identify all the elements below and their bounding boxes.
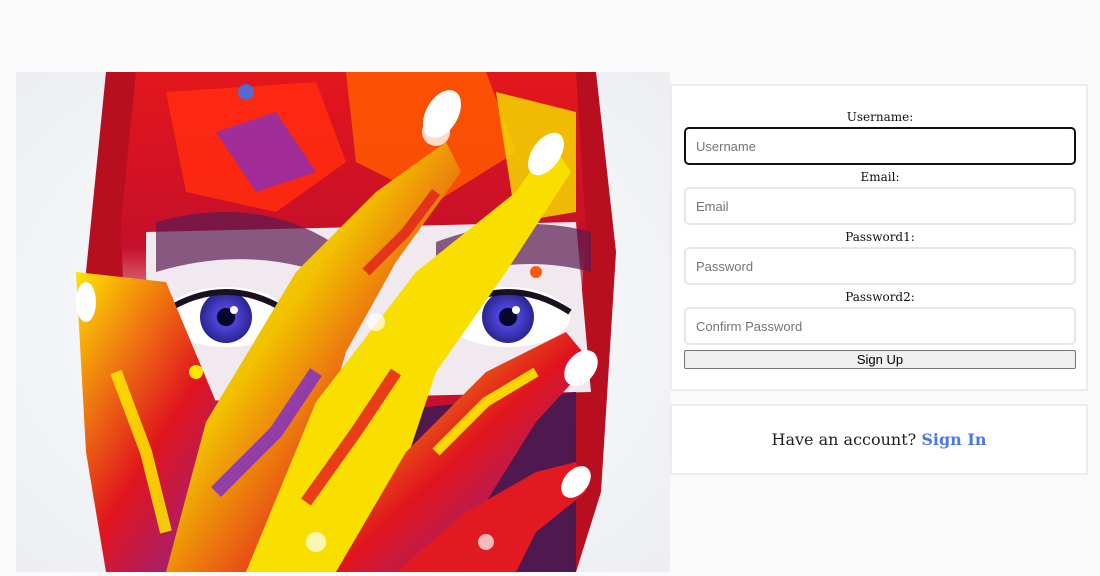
username-input[interactable] xyxy=(684,127,1076,165)
painted-face-illustration xyxy=(16,72,670,572)
password2-label: Password2: xyxy=(845,290,915,304)
email-input[interactable] xyxy=(684,187,1076,225)
sign-in-link[interactable]: Sign In xyxy=(921,430,986,449)
signup-page: Username: Email: Password1: Password2: S… xyxy=(0,0,1100,576)
password1-label: Password1: xyxy=(845,230,915,244)
signup-card: Username: Email: Password1: Password2: S… xyxy=(670,84,1088,391)
signin-prompt-line: Have an account? Sign In xyxy=(672,430,1086,449)
password-input[interactable] xyxy=(684,247,1076,285)
username-label: Username: xyxy=(846,110,914,124)
email-label: Email: xyxy=(860,170,900,184)
sign-up-button[interactable]: Sign Up xyxy=(684,350,1076,369)
confirm-password-input[interactable] xyxy=(684,307,1076,345)
signin-card: Have an account? Sign In xyxy=(670,404,1088,475)
have-account-text: Have an account? xyxy=(771,430,917,449)
signup-form: Username: Email: Password1: Password2: S… xyxy=(684,110,1076,369)
hero-image xyxy=(16,72,670,572)
